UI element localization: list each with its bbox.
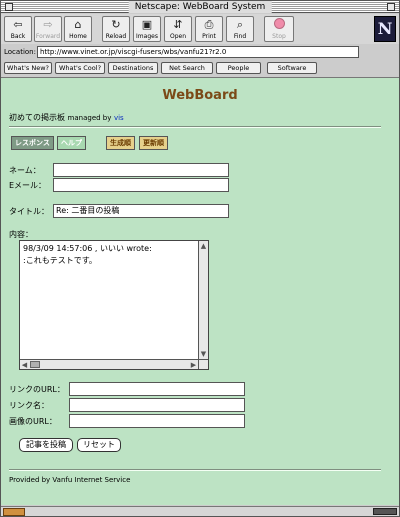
vertical-scrollbar[interactable]: ▲ ▼ (198, 241, 208, 359)
link-url-field[interactable] (69, 382, 245, 396)
link-url-label: リンクのURL： (9, 385, 65, 394)
print-label: Print (202, 33, 216, 40)
scroll-up-arrow-icon[interactable]: ▲ (199, 242, 208, 250)
open-label: Open (169, 33, 187, 40)
stop-label: Stop (272, 33, 286, 40)
divider (9, 126, 381, 128)
horizontal-scrollbar[interactable]: ◀ ▶ (20, 359, 198, 369)
stop-icon (273, 18, 285, 29)
destinations-button[interactable]: Destinations (108, 62, 158, 74)
home-button[interactable]: ⌂ Home (64, 16, 92, 42)
managed-by-text: managed by (67, 114, 112, 122)
people-button[interactable]: People (216, 62, 261, 74)
open-icon: ⇵ (173, 18, 183, 31)
submit-post-button[interactable]: 記事を投稿 (19, 438, 73, 452)
print-icon: ⎙ (204, 18, 214, 31)
footer-credit: Provided by Vanfu Internet Service (9, 476, 131, 484)
board-name-line: 初めての掲示板 managed by vis (9, 112, 124, 123)
reload-button[interactable]: ↻ Reload (102, 16, 130, 42)
navigation-toolbar: ⇦ Back ⇨ Forward ⌂ Home ↻ Reload ▣ Image… (1, 14, 399, 44)
name-label: ネーム： (9, 166, 41, 175)
whats-new-button[interactable]: What's New? (4, 62, 52, 74)
image-url-label: 画像のURL： (9, 417, 57, 426)
page-title: WebBoard (162, 88, 238, 103)
image-url-field[interactable] (69, 414, 245, 428)
email-field[interactable] (53, 178, 229, 192)
window-title: Netscape: WebBoard System (128, 1, 272, 13)
print-button[interactable]: ⎙ Print (195, 16, 223, 42)
scroll-down-arrow-icon[interactable]: ▼ (199, 350, 208, 358)
help-button[interactable]: ヘルプ (57, 136, 86, 150)
find-icon: ⌕ (236, 18, 244, 31)
netscape-logo-letter: N (377, 19, 393, 38)
footer-divider (9, 469, 381, 471)
zoom-box-icon[interactable] (387, 3, 395, 11)
security-key-icon (3, 508, 25, 516)
netscape-logo: N (374, 16, 396, 42)
back-button[interactable]: ⇦ Back (4, 16, 32, 42)
reload-label: Reload (105, 33, 127, 40)
browser-window: Netscape: WebBoard System ⇦ Back ⇨ Forwa… (0, 0, 400, 517)
link-name-field[interactable] (69, 398, 245, 412)
stop-button[interactable]: Stop (264, 16, 294, 42)
title-bar[interactable]: Netscape: WebBoard System (1, 1, 399, 13)
images-label: Images (136, 33, 158, 40)
find-button[interactable]: ⌕ Find (226, 16, 254, 42)
net-search-button[interactable]: Net Search (161, 62, 213, 74)
back-label: Back (10, 33, 26, 40)
link-name-label: リンク名： (9, 401, 49, 410)
home-label: Home (69, 33, 87, 40)
find-label: Find (233, 33, 247, 40)
body-textarea[interactable]: 98/3/09 14:57:06 , いいい wrote: :これもテストです。… (19, 240, 209, 370)
reset-button[interactable]: リセット (77, 438, 121, 452)
images-icon: ▣ (141, 18, 153, 31)
whats-cool-button[interactable]: What's Cool? (55, 62, 105, 74)
page-content: WebBoard 初めての掲示板 managed by vis レスポンス ヘル… (1, 77, 399, 505)
scroll-left-arrow-icon[interactable]: ◀ (20, 361, 29, 369)
home-icon: ⌂ (74, 18, 82, 31)
board-name: 初めての掲示板 (9, 113, 65, 122)
body-text: 98/3/09 14:57:06 , いいい wrote: :これもテストです。 (23, 244, 152, 265)
close-box-icon[interactable] (5, 3, 13, 11)
name-field[interactable] (53, 163, 229, 177)
reload-icon: ↻ (111, 18, 121, 31)
directory-buttons-bar: What's New? What's Cool? Destinations Ne… (1, 61, 399, 76)
email-label: Eメール： (9, 181, 47, 190)
progress-indicator (373, 508, 397, 515)
title-field[interactable]: Re: 二番目の投稿 (53, 204, 229, 218)
scroll-corner (198, 359, 208, 369)
scroll-right-arrow-icon[interactable]: ▶ (189, 361, 198, 369)
status-bar (1, 506, 399, 516)
location-label: Location: (4, 48, 36, 56)
title-label: タイトル： (9, 207, 49, 216)
forward-arrow-icon: ⇨ (43, 18, 53, 31)
software-button[interactable]: Software (267, 62, 317, 74)
horizontal-scroll-thumb[interactable] (30, 361, 40, 368)
owner-link[interactable]: vis (114, 114, 124, 122)
back-arrow-icon: ⇦ (13, 18, 23, 31)
response-button[interactable]: レスポンス (11, 136, 54, 150)
forward-label: Forward (35, 33, 61, 40)
location-bar: Location: http://www.vinet.or.jp/viscgi-… (1, 45, 399, 59)
location-input[interactable]: http://www.vinet.or.jp/viscgi-fusers/wbs… (37, 46, 359, 58)
created-order-button[interactable]: 生成順 (106, 136, 135, 150)
updated-order-button[interactable]: 更新順 (139, 136, 168, 150)
open-button[interactable]: ⇵ Open (164, 16, 192, 42)
images-button[interactable]: ▣ Images (133, 16, 161, 42)
forward-button[interactable]: ⇨ Forward (34, 16, 62, 42)
